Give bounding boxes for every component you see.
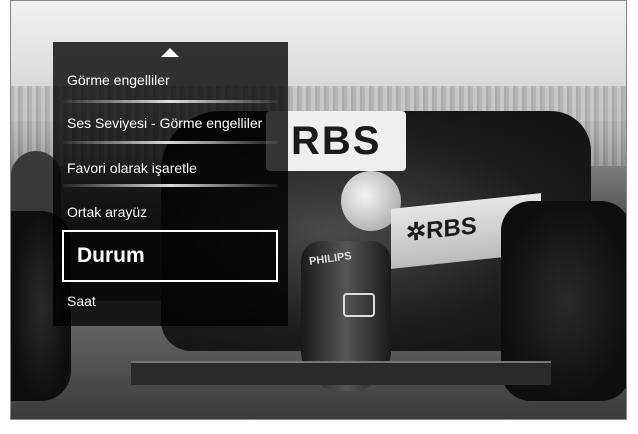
menu-separator <box>63 141 278 144</box>
menu-item-status-selected[interactable]: Durum <box>62 230 278 282</box>
menu-item-visually-impaired[interactable]: Görme engelliler <box>67 72 170 88</box>
triangle-up-icon[interactable] <box>161 48 179 57</box>
menu-item-clock[interactable]: Saat <box>67 293 96 309</box>
menu-separator <box>63 184 278 187</box>
rear-wing-text: RBS <box>291 119 382 163</box>
menu-item-status-label: Durum <box>77 244 145 267</box>
menu-item-volume-visually-impaired[interactable]: Ses Seviyesi - Görme engelliler <box>67 115 262 131</box>
front-wing <box>131 361 551 385</box>
menu-item-mark-favourite[interactable]: Favori olarak işaretle <box>67 160 197 176</box>
nose-logo <box>343 293 375 317</box>
options-menu: Görme engelliler Ses Seviyesi - Görme en… <box>53 42 288 326</box>
menu-item-common-interface[interactable]: Ortak arayüz <box>67 204 147 220</box>
menu-separator <box>63 100 278 103</box>
tv-screen: RBS ✲RBS PHILIPS Görme engelliler Ses Se… <box>10 0 627 420</box>
